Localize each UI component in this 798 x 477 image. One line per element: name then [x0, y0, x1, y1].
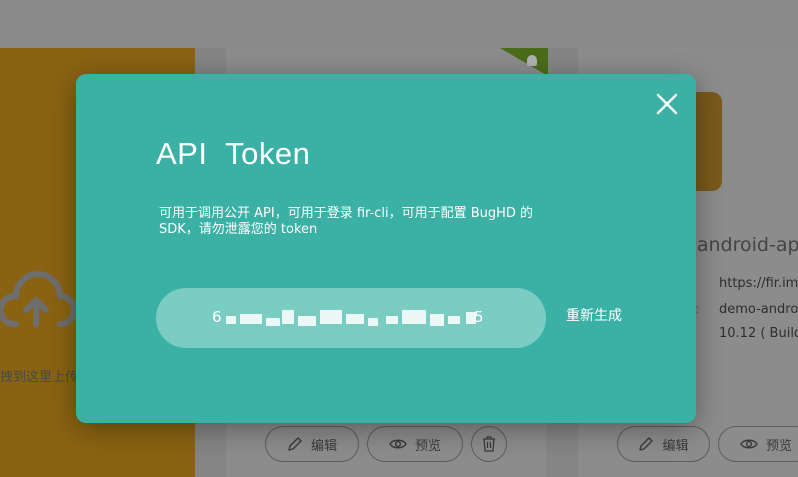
- modal-description: 可用于调用公开 API，可用于登录 fir-cli，可用于配置 BugHD 的 …: [159, 206, 534, 237]
- top-bar: [0, 0, 798, 48]
- app-version: 10.12 ( Build 1: [719, 326, 798, 341]
- pencil-icon: [288, 437, 302, 451]
- edit-button-label: 编辑: [310, 438, 337, 454]
- edit-button-label: 编辑: [662, 438, 689, 454]
- trash-icon: [483, 436, 495, 452]
- upload-hint-text: 拽到这里上传: [0, 370, 79, 385]
- edit-button[interactable]: 编辑: [265, 426, 359, 462]
- app-url[interactable]: https://fir.im/g: [719, 276, 798, 291]
- api-token-modal: API Token 可用于调用公开 API，可用于登录 fir-cli，可用于配…: [76, 74, 696, 423]
- close-icon: [656, 93, 678, 115]
- cloud-upload-icon: [0, 270, 76, 327]
- token-mask: [226, 308, 491, 328]
- delete-button[interactable]: [471, 426, 507, 462]
- eye-icon: [740, 439, 758, 449]
- android-icon: [527, 55, 537, 66]
- preview-button[interactable]: 预览: [367, 426, 463, 462]
- preview-button[interactable]: 预览: [718, 426, 798, 462]
- token-value-end: 5: [474, 308, 484, 326]
- edit-button[interactable]: 编辑: [617, 426, 710, 462]
- regenerate-token-button[interactable]: 重新生成: [566, 305, 622, 325]
- preview-button-label: 预览: [414, 438, 441, 454]
- close-button[interactable]: [656, 93, 678, 115]
- token-value-start: 6: [212, 308, 222, 326]
- modal-title: API Token: [156, 136, 311, 171]
- token-field[interactable]: 6 5: [156, 288, 546, 348]
- pencil-icon: [639, 437, 654, 451]
- eye-icon: [389, 439, 407, 449]
- app-name: -android-app: [690, 234, 798, 256]
- preview-button-label: 预览: [765, 438, 792, 454]
- app-bundle-id: demo-android-: [719, 302, 798, 317]
